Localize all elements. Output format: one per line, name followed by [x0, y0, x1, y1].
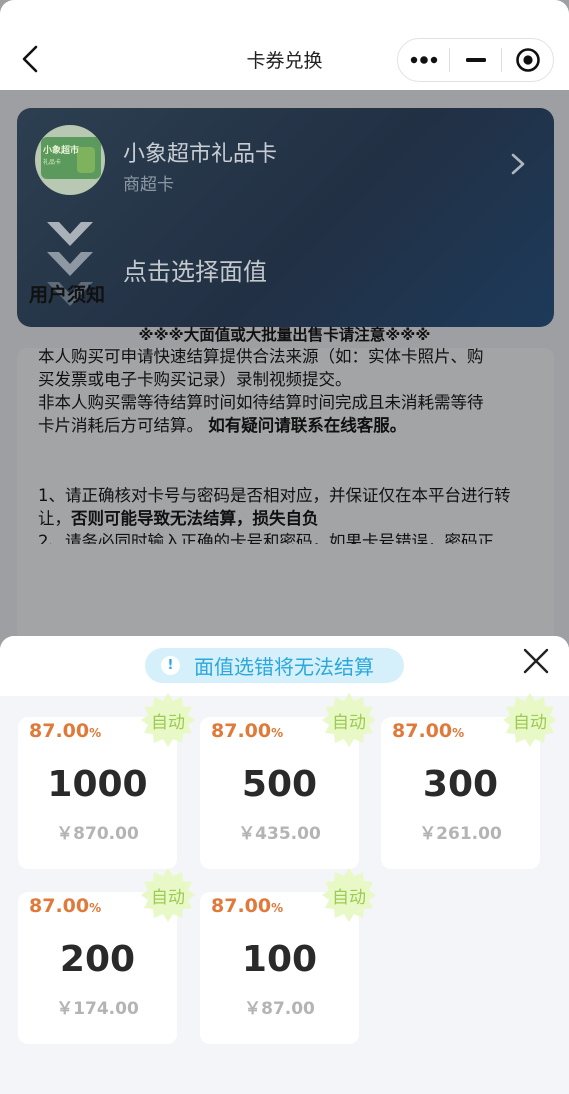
face-value: 100 — [241, 939, 318, 980]
more-menu-button[interactable] — [398, 39, 449, 81]
auto-badge: 自动 — [502, 692, 558, 748]
rate-label: 87.00% — [29, 895, 102, 917]
face-value-sheet: ! 面值选错将无法结算 87.00% 1000 ￥870.00 87.00% 5… — [0, 636, 569, 1094]
notice-rule-2: 2、请务必同时输入正确的卡号和密码，如果卡号错误，密码正 — [38, 532, 494, 544]
auto-badge: 自动 — [321, 867, 377, 923]
more-dots-icon — [410, 56, 437, 64]
face-value: 500 — [241, 764, 318, 805]
notice-headline: ※※※大面值或大批量出售卡请注意※※※ — [138, 326, 431, 344]
notice-rule-1: 1、请正确核对卡号与密码是否相对应，并保证仅在本平台进行转让，否则可能导致无法结… — [38, 486, 511, 528]
card-name: 小象超市礼品卡 — [123, 142, 278, 167]
notice-title: 用户须知 — [29, 284, 106, 306]
mini-program-capsule — [397, 38, 554, 82]
minimize-button[interactable] — [450, 39, 501, 81]
thumbnail-subtitle: 礼品卡 — [43, 159, 62, 166]
auto-badge: 自动 — [321, 692, 377, 748]
face-value: 1000 — [47, 764, 148, 805]
notice-body: 本人购买可申请快速结算提供合法来源（如：实体卡照片、购 买发票或电子卡购买记录）… — [38, 347, 484, 435]
face-value: 200 — [59, 939, 136, 980]
payout-price: ￥261.00 — [419, 824, 502, 844]
close-icon[interactable] — [523, 648, 549, 674]
exclamation-icon: ! — [161, 656, 180, 675]
minus-icon — [465, 58, 486, 62]
close-miniprogram-button[interactable] — [502, 39, 553, 81]
auto-badge: 自动 — [140, 867, 196, 923]
rate-label: 87.00% — [211, 720, 284, 742]
warning-text: 面值选错将无法结算 — [194, 655, 374, 679]
rate-label: 87.00% — [392, 720, 465, 742]
rate-label: 87.00% — [211, 895, 284, 917]
payout-price: ￥870.00 — [56, 824, 139, 844]
face-value: 300 — [422, 764, 499, 805]
thumbnail-title: 小象超市 — [43, 146, 80, 156]
payout-price: ￥174.00 — [56, 999, 139, 1019]
auto-badge: 自动 — [140, 692, 196, 748]
payout-price: ￥87.00 — [244, 999, 315, 1019]
select-face-value-prompt[interactable]: 点击选择面值 — [123, 252, 267, 287]
nav-bar: 卡券兑换 — [0, 0, 569, 90]
card-type: 商超卡 — [123, 175, 174, 195]
sheet-header: ! 面值选错将无法结算 — [0, 636, 569, 696]
warning-banner: ! 面值选错将无法结算 — [145, 648, 404, 683]
payout-price: ￥435.00 — [238, 824, 321, 844]
card-thumbnail: 小象超市 礼品卡 — [35, 125, 105, 195]
target-circle-icon — [515, 48, 540, 72]
rate-label: 87.00% — [29, 720, 102, 742]
chevron-right-icon[interactable] — [510, 152, 526, 180]
